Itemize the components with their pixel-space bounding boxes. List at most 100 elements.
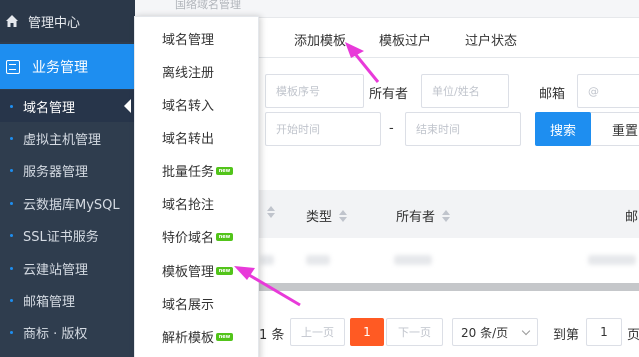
sidebar-item-trademark[interactable]: 商标 · 版权: [0, 317, 135, 349]
next-page-label: 下一页: [398, 326, 431, 339]
horizontal-scrollbar[interactable]: [258, 283, 639, 291]
submenu-item-transfer-out[interactable]: 域名转出: [162, 128, 214, 147]
submenu-item-batch-tasks[interactable]: 批量任务 new: [162, 161, 234, 180]
submenu-item-label: 域名转出: [162, 132, 215, 147]
submenu-item-transfer-in[interactable]: 域名转入: [162, 95, 214, 114]
blurred-cell: [306, 255, 330, 265]
table-header-label: 邮: [625, 210, 639, 225]
sidebar-item-label: 云数据库MySQL: [23, 197, 120, 213]
bullet-icon: [10, 169, 13, 173]
search-button[interactable]: 搜索: [535, 112, 591, 146]
sort-icon[interactable]: [442, 209, 451, 222]
bullet-icon: [10, 266, 13, 270]
sidebar-item-sitebuilder[interactable]: 云建站管理: [0, 252, 135, 284]
scrollbar-thumb[interactable]: [258, 283, 639, 291]
sort-icon[interactable]: [267, 206, 275, 218]
email-placeholder: @: [588, 84, 599, 98]
reset-label: 重置: [611, 123, 638, 139]
tab-add-template[interactable]: 添加模板: [294, 30, 346, 49]
breadcrumb-text: 国络域名管理: [175, 0, 241, 11]
sidebar-item-label: 商标 · 版权: [23, 327, 88, 343]
sidebar-item-mail[interactable]: 邮箱管理: [0, 284, 135, 316]
blurred-cell: [260, 255, 274, 265]
table-header-label: 所有者: [396, 210, 436, 225]
submenu-item-label: 解析模板: [162, 331, 215, 346]
submenu-item-label: 域名管理: [162, 33, 215, 48]
bullet-icon: [10, 201, 13, 205]
prev-page-label: 上一页: [301, 326, 334, 339]
table-header-type[interactable]: 类型: [306, 206, 348, 225]
caret-left-icon: [124, 99, 131, 114]
sort-icon[interactable]: [339, 209, 348, 222]
sidebar-item-domain[interactable]: 域名管理: [0, 90, 135, 123]
tab-transfer-status[interactable]: 过户状态: [465, 30, 517, 49]
search-label: 搜索: [549, 123, 576, 139]
page-size-select[interactable]: 20 条/页: [452, 318, 538, 346]
blurred-cell: [588, 255, 636, 265]
sidebar-item-label: SSL证书服务: [23, 230, 99, 246]
sidebar-item-mysql[interactable]: 云数据库MySQL: [0, 187, 135, 219]
new-badge: new: [216, 232, 234, 241]
submenu-item-label: 域名展示: [162, 298, 215, 313]
sidebar-header[interactable]: 管理中心: [0, 0, 135, 42]
sidebar-item-label: 域名管理: [23, 100, 76, 116]
submenu-item-dns-template[interactable]: 解析模板 new: [162, 327, 234, 346]
submenu-item-label: 特价域名: [162, 231, 215, 246]
submenu-item-domain-manage[interactable]: 域名管理: [162, 29, 214, 48]
submenu-item-domain-showcase[interactable]: 域名展示: [162, 294, 214, 313]
bullet-icon: [10, 137, 13, 141]
range-separator: -: [389, 121, 394, 136]
tab-template-transfer[interactable]: 模板过户: [379, 30, 431, 49]
submenu-item-template-manage[interactable]: 模板管理 new: [162, 261, 234, 280]
sidebar-item-vhost[interactable]: 虚拟主机管理: [0, 122, 135, 154]
goto-page-value: 1: [600, 325, 608, 339]
email-label: 邮箱: [539, 87, 566, 102]
owner-input[interactable]: 单位/姓名: [421, 74, 509, 108]
chevron-down-icon: [521, 326, 531, 335]
new-badge: new: [216, 266, 234, 275]
domain-submenu: 域名管理 离线注册 域名转入 域名转出 批量任务 new 域名抢注 特价域名 n…: [134, 16, 259, 357]
sidebar-item-label: 服务器管理: [23, 165, 89, 181]
table-header: 类型 所有者 邮: [258, 190, 639, 238]
email-input[interactable]: @: [577, 74, 639, 108]
submenu-item-backorder[interactable]: 域名抢注: [162, 194, 214, 213]
page-root: 管理中心 业务管理 域名管理 虚拟主机管理 服务器管理 云数据库MySQL SS…: [0, 0, 639, 357]
blurred-cell: [394, 255, 432, 265]
start-time-input[interactable]: 开始时间: [265, 112, 381, 146]
grid-icon: [6, 59, 20, 74]
table-header-owner[interactable]: 所有者: [396, 206, 451, 225]
start-time-placeholder: 开始时间: [276, 123, 320, 136]
submenu-item-offline-register[interactable]: 离线注册: [162, 62, 214, 81]
page-suffix: 页: [627, 328, 639, 343]
end-time-input[interactable]: 结束时间: [405, 112, 521, 146]
next-page-button[interactable]: 下一页: [386, 318, 443, 346]
sidebar-item-server[interactable]: 服务器管理: [0, 155, 135, 187]
template-no-input[interactable]: 模板序号: [265, 74, 364, 108]
submenu-item-special-domains[interactable]: 特价域名 new: [162, 227, 234, 246]
sidebar-section-business[interactable]: 业务管理: [0, 44, 135, 89]
submenu-item-label: 模板管理: [162, 265, 215, 280]
bullet-icon: [10, 331, 13, 335]
current-page-label: 1: [363, 325, 371, 339]
submenu-item-label: 域名抢注: [162, 198, 215, 213]
submenu-item-label: 批量任务: [162, 165, 215, 180]
sidebar-item-ssl[interactable]: SSL证书服务: [0, 220, 135, 252]
table-header-col0[interactable]: [260, 206, 275, 218]
page-size-value: 20 条/页: [461, 325, 509, 340]
home-icon: [6, 15, 18, 27]
sidebar-list: 域名管理 虚拟主机管理 服务器管理 云数据库MySQL SSL证书服务 云建站管…: [0, 90, 135, 349]
owner-placeholder: 单位/姓名: [432, 85, 480, 98]
bullet-icon: [10, 299, 13, 303]
submenu-item-label: 离线注册: [162, 66, 215, 81]
template-no-placeholder: 模板序号: [276, 85, 320, 98]
goto-label: 到第: [553, 328, 580, 343]
total-count: 1 条: [259, 328, 285, 343]
goto-page-input[interactable]: 1: [586, 318, 622, 346]
table-row[interactable]: [258, 238, 639, 282]
prev-page-button[interactable]: 上一页: [290, 318, 345, 346]
table-header-label: 类型: [306, 210, 333, 225]
submenu-item-label: 域名转入: [162, 99, 215, 114]
current-page-button[interactable]: 1: [350, 318, 384, 346]
new-badge: new: [216, 166, 234, 175]
sidebar-item-label: 云建站管理: [23, 262, 89, 278]
